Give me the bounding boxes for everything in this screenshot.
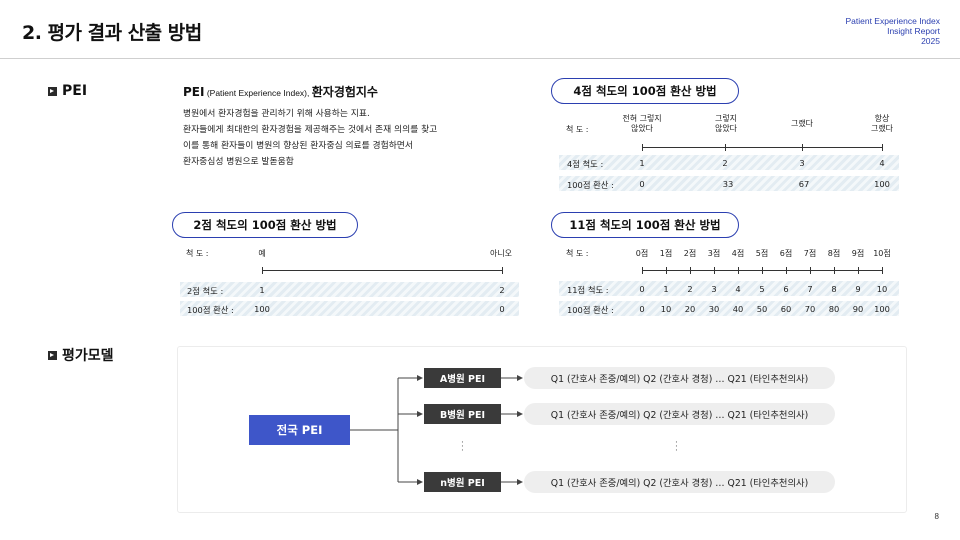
page-number: 8 [934, 512, 939, 521]
question-list: Q1 (간호사 존중/예의) Q2 (간호사 경청) … Q21 (타인추천의사… [524, 403, 835, 425]
hospital-pei-box: A병원 PEI [424, 368, 501, 388]
question-list: Q1 (간호사 존중/예의) Q2 (간호사 경청) … Q21 (타인추천의사… [524, 471, 835, 493]
national-pei-box: 전국 PEI [249, 415, 350, 445]
model-connectors [350, 375, 523, 485]
ellipsis-vertical-icon: · · · [675, 438, 678, 456]
hospital-pei-box: B병원 PEI [424, 404, 501, 424]
ellipsis-vertical-icon: · · · [461, 438, 464, 456]
hospital-pei-box: n병원 PEI [424, 472, 501, 492]
question-list: Q1 (간호사 존중/예의) Q2 (간호사 경청) … Q21 (타인추천의사… [524, 367, 835, 389]
